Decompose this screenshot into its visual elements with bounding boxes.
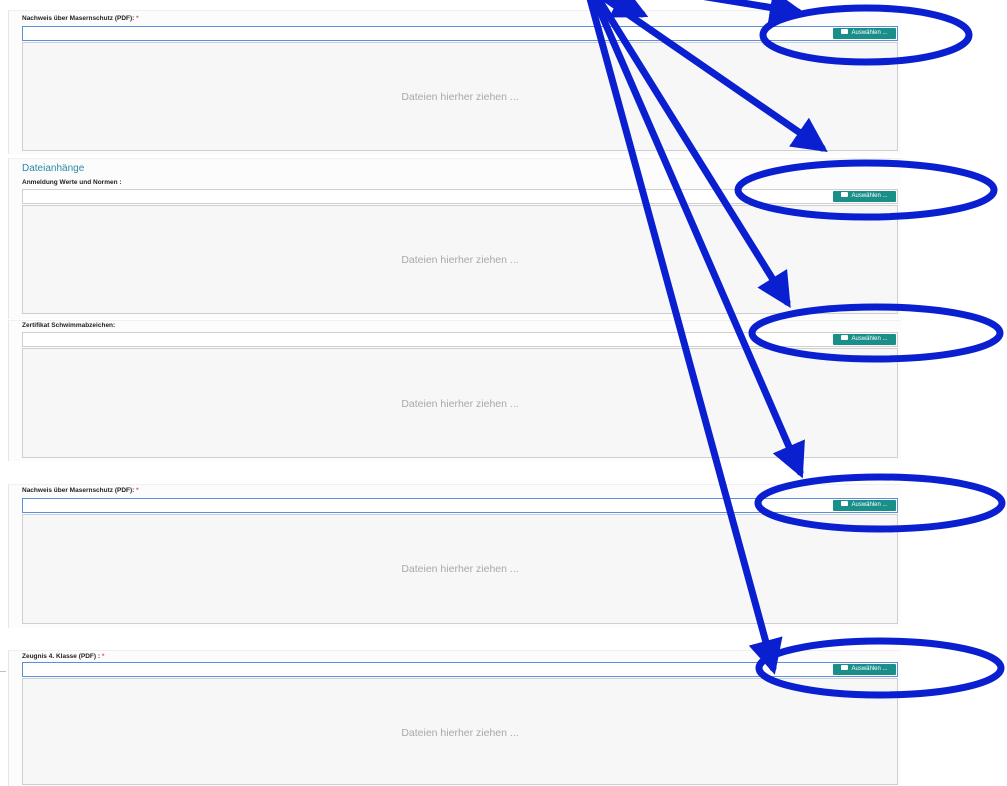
drop-zone-text: Dateien hierher ziehen ... (401, 563, 519, 575)
section-title-attachments: Dateianhänge (22, 163, 85, 174)
field-label-werte-normen: Anmeldung Werte und Normen : (22, 179, 122, 186)
file-input-masernschutz-1[interactable]: Auswählen ... (22, 26, 898, 41)
drop-zone-text: Dateien hierher ziehen ... (401, 727, 519, 739)
browse-button[interactable]: Auswählen ... (833, 28, 896, 39)
folder-open-icon (841, 28, 849, 34)
field-label-masernschutz-2: Nachweis über Masernschutz (PDF): * (22, 487, 139, 494)
browse-button-label: Auswählen ... (851, 666, 888, 672)
folder-open-icon (841, 500, 849, 506)
drop-zone-zeugnis[interactable]: Dateien hierher ziehen ... (22, 678, 898, 785)
field-label-text: Zertifikat Schwimmabzeichen: (22, 322, 116, 329)
browse-button-label: Auswählen ... (851, 502, 888, 508)
drop-zone-werte-normen[interactable]: Dateien hierher ziehen ... (22, 205, 898, 314)
browse-button[interactable]: Auswählen ... (833, 191, 896, 202)
required-marker: * (101, 653, 105, 660)
folder-open-icon (841, 191, 849, 197)
drop-zone-masernschutz-1[interactable]: Dateien hierher ziehen ... (22, 42, 898, 151)
browse-button[interactable]: Auswählen ... (833, 334, 896, 345)
required-marker: * (136, 15, 139, 22)
field-label-text: Anmeldung Werte und Normen : (22, 179, 122, 186)
browse-button-label: Auswählen ... (851, 336, 888, 342)
drop-zone-text: Dateien hierher ziehen ... (401, 398, 519, 410)
folder-open-icon (841, 664, 849, 670)
required-marker: * (136, 487, 139, 494)
field-label-masernschutz-1: Nachweis über Masernschutz (PDF): * (22, 15, 139, 22)
drop-zone-schwimmabzeichen[interactable]: Dateien hierher ziehen ... (22, 348, 898, 458)
browse-button[interactable]: Auswählen ... (833, 664, 896, 675)
field-label-text: Zeugnis 4. Klasse (PDF) : (22, 653, 101, 660)
drop-zone-text: Dateien hierher ziehen ... (401, 91, 519, 103)
field-label-text: Nachweis über Masernschutz (PDF): (22, 487, 135, 494)
file-input-werte-normen[interactable]: Auswählen ... (22, 189, 898, 204)
drop-zone-text: Dateien hierher ziehen ... (401, 254, 519, 266)
file-input-zeugnis[interactable]: Auswählen ... (22, 662, 898, 677)
field-label-zeugnis: Zeugnis 4. Klasse (PDF) : * (22, 653, 104, 660)
file-input-masernschutz-2[interactable]: Auswählen ... (22, 498, 898, 513)
browse-button[interactable]: Auswählen ... (833, 500, 896, 511)
browse-button-label: Auswählen ... (851, 30, 888, 36)
field-label-schwimmabzeichen: Zertifikat Schwimmabzeichen: (22, 322, 115, 329)
drop-zone-masernschutz-2[interactable]: Dateien hierher ziehen ... (22, 514, 898, 624)
edge-marker (0, 671, 6, 672)
file-input-schwimmabzeichen[interactable]: Auswählen ... (22, 332, 898, 347)
field-label-text: Nachweis über Masernschutz (PDF): (22, 15, 135, 22)
browse-button-label: Auswählen ... (851, 193, 888, 199)
folder-open-icon (841, 334, 849, 340)
